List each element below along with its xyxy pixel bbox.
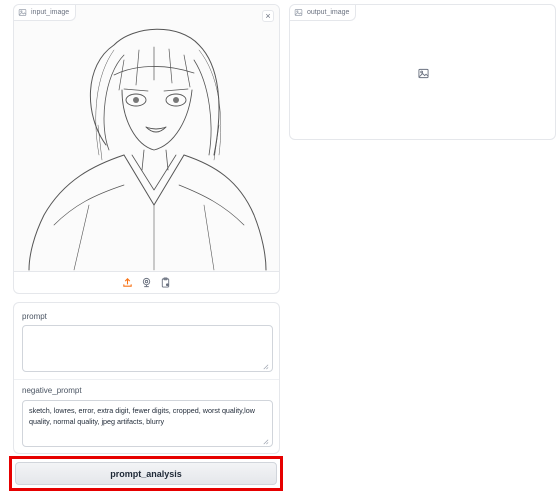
webcam-icon[interactable] — [141, 277, 152, 288]
negative-prompt-label: negative_prompt — [22, 386, 82, 395]
prompt-label: prompt — [22, 312, 47, 321]
resize-handle-icon[interactable] — [262, 438, 269, 445]
image-source-toolbar — [14, 271, 279, 293]
input-image-label: input_image — [14, 5, 77, 21]
field-divider — [14, 379, 279, 380]
input-image-label-text: input_image — [31, 9, 70, 16]
close-icon: × — [265, 10, 271, 21]
image-icon — [18, 9, 27, 16]
highlight-box: prompt_analysis — [9, 456, 283, 491]
prompt-analysis-button[interactable]: prompt_analysis — [15, 462, 277, 485]
prompt-form: prompt negative_prompt sketch, lowres, e… — [13, 302, 280, 454]
image-placeholder-icon — [418, 68, 429, 79]
output-image-panel: output_image — [289, 4, 556, 140]
input-image-panel[interactable]: input_image × — [13, 4, 280, 294]
resize-handle-icon[interactable] — [262, 363, 269, 370]
clipboard-icon[interactable] — [160, 277, 171, 288]
image-icon — [294, 9, 303, 16]
clear-image-button[interactable]: × — [262, 10, 274, 22]
upload-icon[interactable] — [122, 277, 133, 288]
prompt-textarea[interactable] — [22, 325, 273, 372]
output-image-label: output_image — [290, 5, 357, 21]
negative-prompt-textarea[interactable]: sketch, lowres, error, extra digit, fewe… — [22, 400, 273, 447]
input-image-sketch — [14, 5, 279, 271]
output-image-label-text: output_image — [307, 9, 350, 16]
